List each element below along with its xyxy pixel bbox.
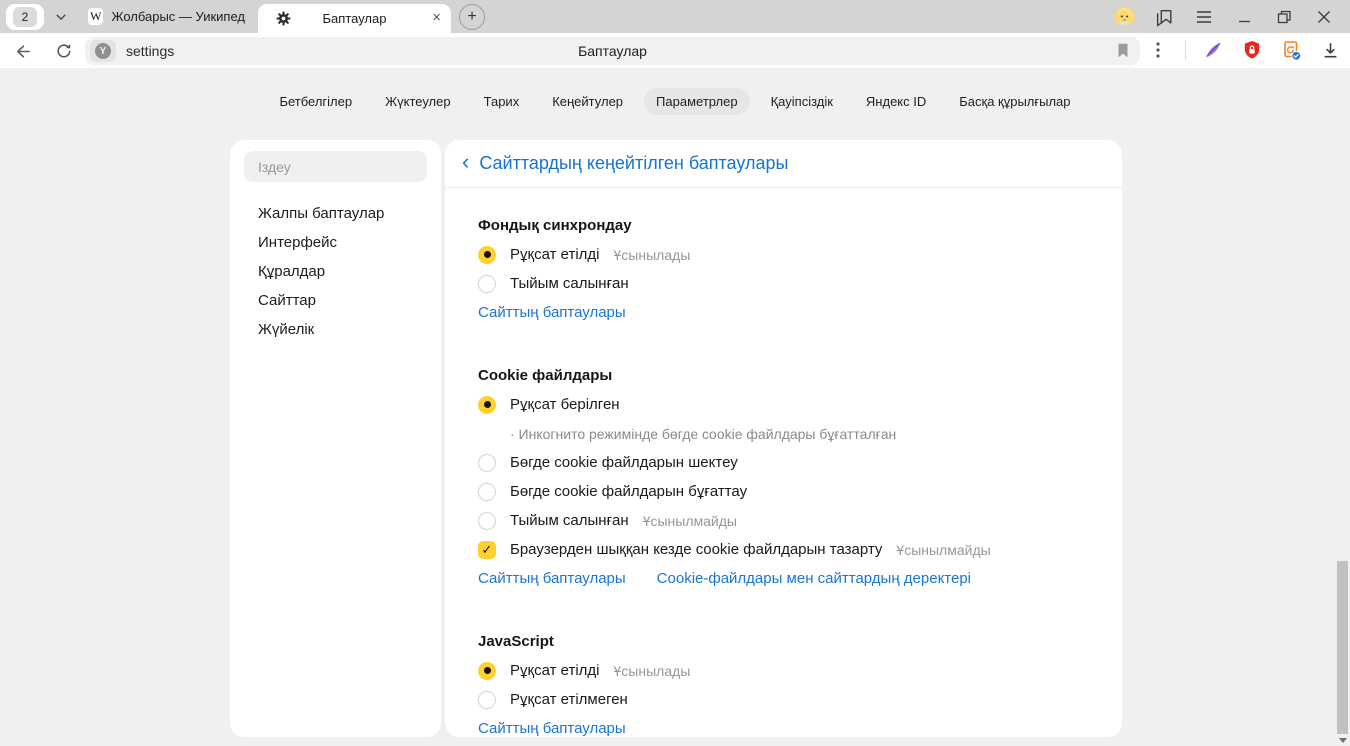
tab-wikipedia[interactable]: W Жолбарыс — Уикипедия [78, 0, 256, 33]
minimize-window-icon[interactable] [1232, 5, 1256, 29]
option-note: · Инкогнито режимінде бөгде cookie файлд… [478, 419, 1122, 448]
tab-count: 2 [13, 7, 37, 27]
toolbar-separator [1185, 40, 1186, 60]
nav-item-settings[interactable]: Параметрлер [644, 88, 750, 115]
site-settings-link[interactable]: Сайттың баптаулары [478, 570, 626, 587]
nav-item-downloads[interactable]: Жүктеулер [373, 88, 463, 115]
option-row: Рұқсат берілген [478, 390, 1122, 419]
bookmark-flag-icon[interactable] [1114, 41, 1132, 60]
radio-selected[interactable] [478, 662, 496, 680]
settings-content: ‹ Сайттардың кеңейтілген баптаулары Фонд… [445, 140, 1122, 737]
nav-item-security[interactable]: Қауіпсіздік [759, 88, 845, 115]
extension-feather-icon[interactable] [1201, 38, 1225, 62]
address-bar[interactable]: Y settings Баптаулар [85, 37, 1140, 65]
browser-toolbar: Y settings Баптаулар [0, 33, 1350, 68]
checkbox-checked[interactable]: ✓ [478, 541, 496, 559]
search-input[interactable] [244, 159, 427, 175]
sidebar-item-system[interactable]: Жүйелік [230, 315, 441, 344]
content-header: ‹ Сайттардың кеңейтілген баптаулары [445, 140, 1122, 188]
nav-item-bookmarks[interactable]: Бетбелгілер [267, 88, 364, 115]
shield-lock-icon[interactable] [1240, 38, 1264, 62]
option-row: Рұқсат етілді Ұсынылады [478, 240, 1122, 269]
option-row: Рұқсат етілмеген [478, 685, 1122, 714]
radio-unselected[interactable] [478, 691, 496, 709]
sidebar-item-sites[interactable]: Сайттар [230, 286, 441, 315]
radio-unselected[interactable] [478, 512, 496, 530]
sidebar-item-interface[interactable]: Интерфейс [230, 228, 441, 257]
protected-document-icon[interactable] [1279, 38, 1303, 62]
section-title: JavaScript [478, 627, 1122, 656]
tab-counter-button[interactable]: 2 [6, 4, 44, 30]
section-cookies: Cookie файлдары Рұқсат берілген · Инкогн… [478, 361, 1122, 593]
tab-title: Жолбарыс — Уикипедия [111, 9, 246, 24]
option-label[interactable]: Бөгде cookie файлдарын бұғаттау [510, 483, 747, 500]
restore-window-icon[interactable] [1272, 5, 1296, 29]
option-row: ✓ Браузерден шыққан кезде cookie файлдар… [478, 535, 1122, 564]
tab-list-chevron-down-icon[interactable] [44, 4, 78, 30]
scrollbar-thumb[interactable] [1337, 561, 1348, 734]
option-label[interactable]: Тыйым салынған [510, 512, 629, 529]
option-hint: Ұсынылмайды [643, 513, 737, 529]
nav-item-yandex-id[interactable]: Яндекс ID [854, 88, 938, 115]
option-label[interactable]: Бөгде cookie файлдарын шектеу [510, 454, 738, 471]
option-row: Бөгде cookie файлдарын шектеу [478, 448, 1122, 477]
close-window-icon[interactable] [1312, 5, 1336, 29]
option-label[interactable]: Рұқсат етілді [510, 662, 600, 679]
cookies-data-link[interactable]: Cookie-файлдары мен сайттардың деректері [657, 570, 971, 587]
section-title: Фондық синхрондау [478, 211, 1122, 240]
option-label[interactable]: Рұқсат етілді [510, 246, 600, 263]
option-label[interactable]: Браузерден шыққан кезде cookie файлдарын… [510, 541, 882, 558]
sidebar-item-general[interactable]: Жалпы баптаулар [230, 199, 441, 228]
option-label[interactable]: Рұқсат етілмеген [510, 691, 628, 708]
option-row: Бөгде cookie файлдарын бұғаттау [478, 477, 1122, 506]
option-hint: Ұсынылмайды [896, 542, 990, 558]
page-title: Баптаулар [85, 43, 1140, 59]
option-label[interactable]: Тыйым салынған [510, 275, 629, 292]
reload-icon[interactable] [52, 39, 76, 63]
radio-unselected[interactable] [478, 483, 496, 501]
wikipedia-icon: W [88, 8, 103, 25]
section-javascript: JavaScript Рұқсат етілді Ұсынылады Рұқса… [478, 627, 1122, 737]
settings-sidebar: Жалпы баптаулар Интерфейс Құралдар Сайтт… [230, 140, 441, 737]
profile-avatar[interactable] [1112, 5, 1136, 29]
menu-hamburger-icon[interactable] [1192, 5, 1216, 29]
section-title: Cookie файлдары [478, 361, 1122, 390]
back-chevron-icon[interactable]: ‹ [462, 151, 469, 173]
scrollbar-down-arrow-icon[interactable] [1339, 738, 1347, 743]
settings-nav: Бетбелгілер Жүктеулер Тарих Кеңейтулер П… [0, 88, 1350, 115]
back-icon[interactable] [10, 39, 34, 63]
option-hint: Ұсынылады [614, 663, 691, 679]
radio-unselected[interactable] [478, 454, 496, 472]
close-tab-icon[interactable]: × [432, 9, 441, 26]
download-icon[interactable] [1318, 38, 1342, 62]
radio-selected[interactable] [478, 246, 496, 264]
tab-title: Баптаулар [258, 11, 451, 26]
new-tab-button[interactable]: + [459, 4, 485, 30]
option-label[interactable]: Рұқсат берілген [510, 396, 620, 413]
sidebar-item-tools[interactable]: Құралдар [230, 257, 441, 286]
tab-settings[interactable]: Баптаулар × [258, 4, 451, 33]
nav-item-other-devices[interactable]: Басқа құрылғылар [947, 88, 1082, 115]
option-row: Рұқсат етілді Ұсынылады [478, 656, 1122, 685]
option-hint: Ұсынылады [614, 247, 691, 263]
site-settings-link[interactable]: Сайттың баптаулары [478, 720, 626, 737]
sidebar-search[interactable] [244, 151, 427, 182]
content-title[interactable]: Сайттардың кеңейтілген баптаулары [479, 153, 788, 174]
option-row: Тыйым салынған [478, 269, 1122, 298]
radio-selected[interactable] [478, 396, 496, 414]
option-row: Тыйым салынған Ұсынылмайды [478, 506, 1122, 535]
kebab-menu-icon[interactable] [1146, 38, 1170, 62]
radio-unselected[interactable] [478, 275, 496, 293]
nav-item-extensions[interactable]: Кеңейтулер [540, 88, 635, 115]
side-panel-bookmarks-icon[interactable] [1152, 5, 1176, 29]
site-settings-link[interactable]: Сайттың баптаулары [478, 304, 626, 321]
nav-item-history[interactable]: Тарих [472, 88, 532, 115]
section-background-sync: Фондық синхрондау Рұқсат етілді Ұсынылад… [478, 211, 1122, 327]
tab-strip: 2 W Жолбарыс — Уикипедия [0, 0, 1350, 33]
